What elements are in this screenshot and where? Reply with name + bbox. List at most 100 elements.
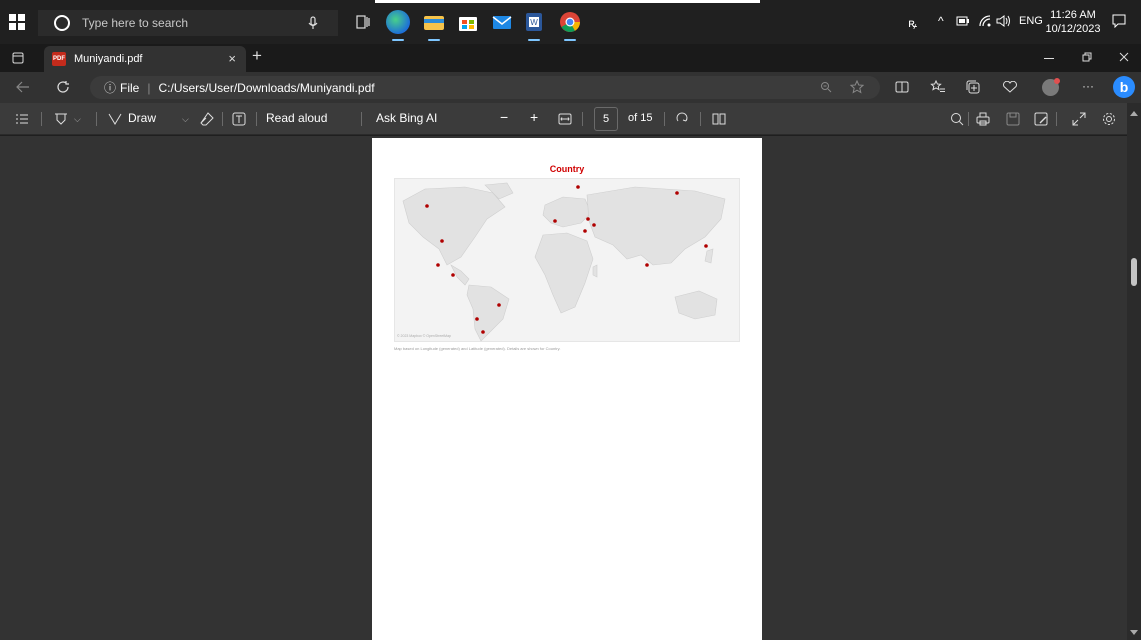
tab-actions-icon[interactable] <box>12 52 24 64</box>
taskbar-search-box[interactable]: Type here to search <box>38 10 338 36</box>
language-indicator[interactable]: ENG <box>1019 15 1043 27</box>
refresh-icon[interactable] <box>56 80 70 94</box>
people-icon[interactable]: ꝶ <box>908 14 917 31</box>
europe-shape <box>542 196 592 228</box>
draw-button[interactable]: Draw <box>128 111 156 125</box>
back-arrow-icon[interactable] <box>16 81 30 93</box>
map-title: Country <box>549 164 585 174</box>
tab-muniyandi-pdf[interactable]: PDF Muniyandi.pdf × <box>44 46 246 72</box>
add-text-icon[interactable] <box>232 112 246 126</box>
close-window-icon[interactable] <box>1119 52 1129 62</box>
save-as-icon[interactable] <box>1034 112 1048 126</box>
asia-shape <box>586 186 726 266</box>
country-marker <box>675 191 679 195</box>
toolbar-divider <box>256 112 257 126</box>
full-screen-icon[interactable] <box>1072 112 1086 126</box>
country-marker <box>481 330 485 334</box>
zoom-magnifier-icon[interactable] <box>820 81 832 93</box>
table-of-contents-icon[interactable] <box>16 114 28 124</box>
save-icon[interactable] <box>1006 112 1020 126</box>
clock-time: 11:26 AM <box>1050 9 1096 21</box>
address-bar-row: ⓘ File | C:/Users/User/Downloads/Muniyan… <box>0 72 1141 103</box>
restore-icon[interactable] <box>1082 52 1092 62</box>
north-america-shape <box>402 186 506 266</box>
battery-icon[interactable] <box>956 16 970 26</box>
wifi-icon[interactable] <box>978 14 992 28</box>
scroll-up-arrow-icon[interactable] <box>1130 110 1138 116</box>
toolbar-divider <box>968 112 969 126</box>
toolbar-divider <box>222 112 223 126</box>
japan-shape <box>704 248 714 264</box>
scrollbar-track[interactable] <box>1127 103 1141 640</box>
store-icon[interactable] <box>456 10 480 34</box>
cortana-circle-icon <box>54 15 70 31</box>
pdf-settings-gear-icon[interactable] <box>1101 111 1117 127</box>
tab-title: Muniyandi.pdf <box>74 53 143 65</box>
collections-icon[interactable] <box>966 80 980 94</box>
madagascar-shape <box>592 264 598 278</box>
zoom-out-button[interactable]: − <box>500 109 508 125</box>
pdf-file-icon: PDF <box>52 52 66 66</box>
search-placeholder: Type here to search <box>82 16 189 30</box>
map-attribution: © 2023 Mapbox © OpenStreetMap <box>397 334 451 338</box>
print-icon[interactable] <box>976 112 990 126</box>
microphone-icon[interactable] <box>308 16 318 30</box>
windows-start-icon[interactable] <box>9 14 25 30</box>
site-info-icon[interactable]: ⓘ <box>104 79 116 96</box>
rotate-icon[interactable] <box>675 112 689 126</box>
settings-more-icon[interactable]: ··· <box>1082 79 1094 93</box>
page-view-icon[interactable] <box>712 112 726 126</box>
country-marker <box>645 263 649 267</box>
country-marker <box>436 263 440 267</box>
profile-avatar-icon[interactable] <box>1042 78 1060 96</box>
country-marker <box>451 273 455 277</box>
favorites-icon[interactable] <box>930 80 946 94</box>
close-tab-icon[interactable]: × <box>228 51 236 66</box>
draw-chevron-icon[interactable]: ⌵ <box>182 114 189 125</box>
page-number-input[interactable]: 5 <box>594 107 618 131</box>
window-top-edge <box>375 0 760 3</box>
toolbar-divider <box>361 112 362 126</box>
edge-icon[interactable] <box>386 10 410 41</box>
address-path: C:/Users/User/Downloads/Muniyandi.pdf <box>158 80 375 95</box>
word-icon[interactable]: W <box>522 10 546 41</box>
zoom-in-button[interactable]: + <box>530 109 538 125</box>
bing-copilot-icon[interactable]: b <box>1113 76 1135 98</box>
country-marker <box>576 185 580 189</box>
browser-essentials-icon[interactable] <box>1002 81 1018 93</box>
mail-icon[interactable] <box>490 10 514 34</box>
split-screen-icon[interactable] <box>895 81 909 93</box>
map-caption: Map based on Longitude (generated) and L… <box>394 346 561 351</box>
file-explorer-icon[interactable] <box>422 10 446 41</box>
favorite-star-icon[interactable] <box>850 80 864 94</box>
chevron-up-icon[interactable]: ^ <box>938 14 944 28</box>
taskbar-clock[interactable]: 11:26 AM 10/12/2023 <box>1043 8 1103 36</box>
find-search-icon[interactable] <box>950 112 964 126</box>
pdf-page: Country © 2023 Mapbox © OpenStreetMap Ma… <box>372 138 762 640</box>
new-tab-button[interactable]: + <box>252 46 262 66</box>
chrome-icon[interactable] <box>558 10 582 41</box>
fit-to-width-icon[interactable] <box>558 113 572 125</box>
toolbar-divider <box>41 112 42 126</box>
country-marker <box>440 239 444 243</box>
eraser-icon[interactable] <box>200 112 214 126</box>
read-aloud-button[interactable]: Read aloud <box>266 111 327 125</box>
minimize-icon[interactable] <box>1044 58 1054 60</box>
toolbar-divider <box>582 112 583 126</box>
country-marker <box>475 317 479 321</box>
ask-bing-ai-button[interactable]: Ask Bing AI <box>376 111 437 125</box>
scrollbar-thumb[interactable] <box>1131 258 1137 286</box>
taskbar: Type here to search W ꝶ ^ ENG 11:26 AM 1… <box>0 0 1141 44</box>
scroll-down-arrow-icon[interactable] <box>1130 630 1138 636</box>
clock-date: 10/12/2023 <box>1045 23 1101 35</box>
highlight-chevron-icon[interactable]: ⌵ <box>74 114 81 125</box>
address-field[interactable]: ⓘ File | C:/Users/User/Downloads/Muniyan… <box>90 76 880 99</box>
highlight-icon[interactable] <box>54 112 68 126</box>
task-view-icon[interactable] <box>355 14 371 30</box>
browser-tab-strip: PDF Muniyandi.pdf × <box>0 44 1141 72</box>
notifications-icon[interactable] <box>1112 14 1126 28</box>
draw-icon[interactable] <box>108 112 122 126</box>
page-count-label: of 15 <box>628 112 653 124</box>
south-america-shape <box>466 284 510 342</box>
volume-icon[interactable] <box>996 14 1012 28</box>
